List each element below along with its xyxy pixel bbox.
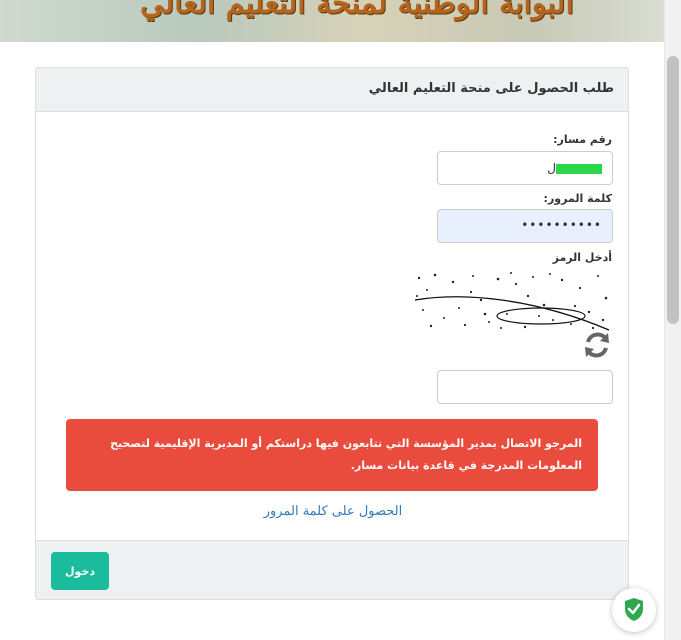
security-badge[interactable] (612, 588, 656, 632)
get-password-link[interactable]: الحصول على كلمة المرور (36, 504, 628, 519)
captcha-input[interactable] (437, 370, 613, 404)
captcha-text: TUR8 (413, 281, 421, 330)
captcha-label: أدخل الرمز (552, 251, 612, 264)
card-header: طلب الحصول على منحة التعليم العالي (36, 68, 628, 112)
refresh-icon[interactable] (582, 330, 612, 360)
site-banner: البوابة الوطنية لمنحة التعليم العالي (0, 0, 664, 42)
username-field[interactable]: ل (437, 151, 613, 185)
login-card: طلب الحصول على منحة التعليم العالي رقم م… (35, 67, 629, 600)
password-label: كلمة المرور: (543, 192, 612, 205)
username-value: ل (547, 161, 604, 175)
login-button[interactable]: دخول (51, 552, 109, 590)
error-alert: المرجو الاتصال بمدير المؤسسة التي تتابعو… (66, 419, 598, 491)
username-label: رقم مسار: (553, 133, 612, 146)
scrollbar-thumb[interactable] (667, 56, 679, 324)
form-title: طلب الحصول على منحة التعليم العالي (368, 81, 614, 96)
password-field[interactable]: •••••••••• (437, 209, 613, 243)
page: البوابة الوطنية لمنحة التعليم العالي طلب… (0, 0, 681, 640)
banner-title: البوابة الوطنية لمنحة التعليم العالي (140, 0, 574, 21)
redaction-mask (556, 163, 602, 174)
vertical-scrollbar[interactable] (664, 0, 681, 640)
captcha-image: TUR8 (413, 270, 613, 332)
shield-check-icon (625, 598, 643, 621)
card-footer: دخول (36, 540, 628, 599)
